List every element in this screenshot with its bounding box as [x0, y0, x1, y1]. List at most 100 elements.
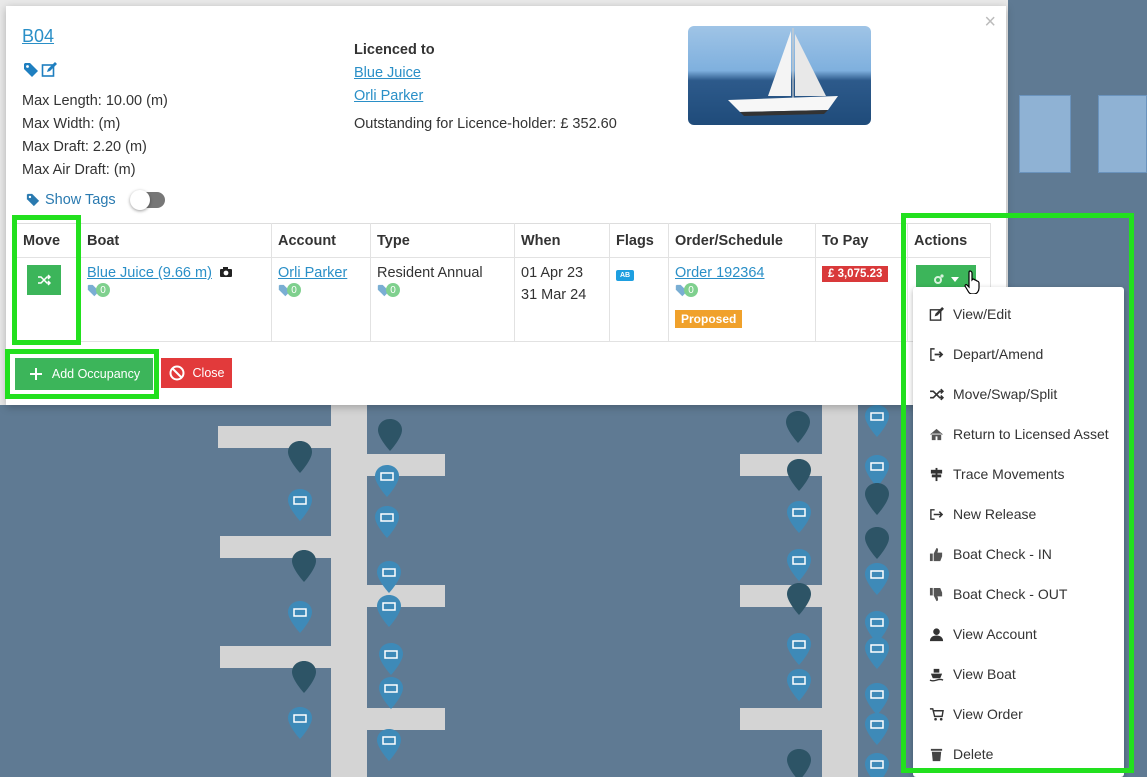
- menu-item-view-account[interactable]: View Account: [929, 624, 1037, 644]
- map-pin-dark[interactable]: [786, 458, 812, 492]
- edit-icon[interactable]: [41, 62, 57, 78]
- berth-title-link[interactable]: B04: [22, 26, 54, 47]
- cell-move: [16, 257, 81, 342]
- map-jetty: [367, 708, 445, 730]
- map-pin-berth[interactable]: [864, 636, 890, 670]
- add-occupancy-button[interactable]: Add Occupancy: [15, 358, 153, 390]
- map-pin-berth[interactable]: [378, 642, 404, 676]
- map-pin-berth[interactable]: [374, 464, 400, 498]
- when-end: 31 Mar 24: [521, 287, 587, 303]
- menu-item-view-edit[interactable]: View/Edit: [929, 304, 1011, 324]
- boat-link[interactable]: Blue Juice (9.66 m): [87, 265, 212, 281]
- tag-count: 0: [287, 283, 301, 297]
- max-draft: Max Draft: 2.20 (m): [22, 139, 147, 155]
- menu-item-label: View Order: [953, 706, 1023, 722]
- map-pin-dark[interactable]: [291, 549, 317, 583]
- hand-cursor-icon: [964, 270, 982, 295]
- show-tags-toggle[interactable]: [129, 190, 165, 210]
- map-pin-berth[interactable]: [376, 594, 402, 628]
- map-pin-berth[interactable]: [287, 488, 313, 522]
- show-tags-label: Show Tags: [45, 192, 116, 208]
- share-icon: [930, 508, 944, 520]
- plus-icon: [29, 368, 42, 380]
- cell-flags: AB: [609, 257, 669, 342]
- cell-account: Orli Parker 0: [271, 257, 371, 342]
- menu-item-boat-check-out[interactable]: Boat Check - OUT: [929, 584, 1067, 604]
- tag-icon[interactable]: [23, 62, 39, 78]
- menu-item-label: New Release: [953, 506, 1037, 522]
- tag-icon: [26, 193, 40, 207]
- map-pin-berth[interactable]: [864, 712, 890, 746]
- map-pin-berth[interactable]: [864, 682, 890, 716]
- map-pin-berth[interactable]: [864, 404, 890, 438]
- boat-tags-badge[interactable]: 0: [87, 283, 110, 297]
- close-button[interactable]: Close: [161, 358, 232, 388]
- map-pin-berth[interactable]: [786, 548, 812, 582]
- map-pin-berth[interactable]: [376, 728, 402, 762]
- menu-item-delete[interactable]: Delete: [929, 744, 993, 764]
- trash-icon: [930, 748, 943, 761]
- to-pay-badge: £ 3,075.23: [822, 266, 889, 282]
- map-pin-dark[interactable]: [864, 482, 890, 516]
- menu-item-view-boat[interactable]: View Boat: [929, 664, 1016, 684]
- add-occupancy-label: Add Occupancy: [51, 367, 141, 381]
- map-pin-dark[interactable]: [786, 748, 812, 777]
- menu-item-move-swap-split[interactable]: Move/Swap/Split: [929, 384, 1057, 404]
- licence-label: Licenced to: [354, 42, 435, 58]
- licence-boat-link[interactable]: Blue Juice: [354, 62, 617, 85]
- actions-menu: View/Edit Depart/Amend Move/Swap/Split R…: [913, 287, 1124, 777]
- account-link[interactable]: Orli Parker: [278, 265, 347, 281]
- sign-out-icon: [930, 347, 944, 361]
- modal-close-icon[interactable]: ×: [984, 12, 996, 32]
- order-link[interactable]: Order 192364: [675, 265, 764, 281]
- map-pin-berth[interactable]: [378, 676, 404, 710]
- gears-icon: [934, 274, 944, 284]
- map-pin-dark[interactable]: [377, 418, 403, 452]
- camera-icon[interactable]: [219, 266, 233, 278]
- map-pin-dark[interactable]: [786, 582, 812, 616]
- map-jetty: [331, 405, 367, 777]
- map-pin-dark[interactable]: [287, 440, 313, 474]
- cell-type: Resident Annual 0: [370, 257, 515, 342]
- type-tags-badge[interactable]: 0: [377, 283, 400, 297]
- shuffle-icon: [930, 388, 944, 400]
- col-move: Move: [16, 223, 81, 258]
- map-pin-berth[interactable]: [786, 668, 812, 702]
- menu-item-trace-movements[interactable]: Trace Movements: [929, 464, 1065, 484]
- menu-item-return-licensed-asset[interactable]: Return to Licensed Asset: [929, 424, 1109, 444]
- map-pin-berth[interactable]: [374, 505, 400, 539]
- map-pin-berth[interactable]: [287, 706, 313, 740]
- map-pin-berth[interactable]: [786, 632, 812, 666]
- menu-item-label: Delete: [953, 746, 994, 762]
- map-pin-dark[interactable]: [291, 660, 317, 694]
- map-pin-dark[interactable]: [785, 410, 811, 444]
- map-berth[interactable]: [1019, 95, 1071, 173]
- max-width: Max Width: (m): [22, 116, 121, 132]
- licence-person-link[interactable]: Orli Parker: [354, 85, 617, 108]
- show-tags-control[interactable]: Show Tags: [26, 190, 165, 210]
- menu-item-label: View Account: [953, 626, 1037, 642]
- menu-item-label: Return to Licensed Asset: [953, 426, 1109, 442]
- menu-item-view-order[interactable]: View Order: [929, 704, 1023, 724]
- order-status-badge: Proposed: [675, 309, 743, 328]
- tag-count: 0: [386, 283, 400, 297]
- menu-item-label: Depart/Amend: [953, 346, 1044, 362]
- map-berth[interactable]: [1098, 95, 1147, 173]
- title-icons: [23, 62, 57, 78]
- menu-item-depart-amend[interactable]: Depart/Amend: [929, 344, 1043, 364]
- account-tags-badge[interactable]: 0: [278, 283, 301, 297]
- cell-when: 01 Apr 23 31 Mar 24: [514, 257, 610, 342]
- map-pin-berth[interactable]: [864, 752, 890, 777]
- home-icon: [929, 428, 944, 440]
- move-button[interactable]: [27, 265, 61, 295]
- menu-item-boat-check-in[interactable]: Boat Check - IN: [929, 544, 1052, 564]
- menu-item-new-release[interactable]: New Release: [929, 504, 1036, 524]
- licence-info: Licenced to Blue Juice Orli Parker Outst…: [354, 39, 617, 136]
- order-tags-badge[interactable]: 0: [675, 283, 698, 297]
- map-pin-berth[interactable]: [864, 562, 890, 596]
- thumbs-down-icon: [929, 587, 943, 601]
- map-pin-berth[interactable]: [287, 600, 313, 634]
- map-pin-berth[interactable]: [786, 500, 812, 534]
- map-pin-berth[interactable]: [376, 560, 402, 594]
- map-pin-dark[interactable]: [864, 526, 890, 560]
